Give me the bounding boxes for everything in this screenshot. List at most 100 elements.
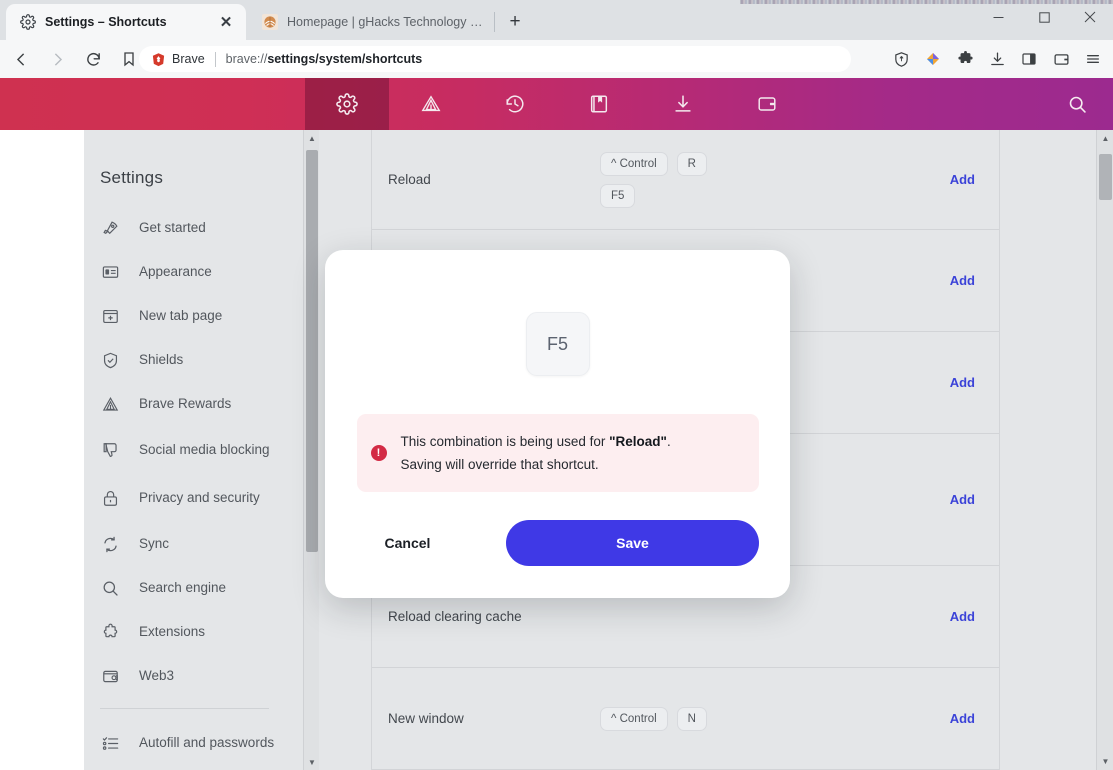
settings-tab[interactable] bbox=[305, 78, 389, 130]
url-path: settings/system/shortcuts bbox=[267, 52, 423, 66]
sidebar-item-privacy-and-security[interactable]: Privacy and security bbox=[84, 474, 287, 522]
sidebar-item-new-tab-page[interactable]: New tab page bbox=[84, 294, 287, 338]
scroll-up-arrow-icon[interactable]: ▲ bbox=[304, 130, 320, 146]
brave-triangle-icon bbox=[100, 394, 121, 415]
sidebar-item-search-engine[interactable]: Search engine bbox=[84, 566, 287, 610]
thumbs-down-icon bbox=[100, 440, 121, 461]
add-shortcut-link[interactable]: Add bbox=[950, 609, 975, 624]
conflict-warning-banner: ! This combination is being used for "Re… bbox=[356, 414, 759, 493]
minimize-button[interactable] bbox=[975, 0, 1021, 34]
extensions-icon[interactable] bbox=[949, 44, 981, 74]
keycap[interactable]: ^ Control bbox=[600, 706, 668, 731]
shield-icon[interactable] bbox=[885, 44, 917, 74]
tab-ghacks-homepage[interactable]: Homepage | gHacks Technology News bbox=[248, 4, 496, 40]
keycap[interactable]: N bbox=[676, 706, 707, 731]
sidebar-item-label: Shields bbox=[139, 352, 184, 368]
reload-icon[interactable] bbox=[78, 44, 108, 74]
scroll-down-arrow-icon[interactable]: ▼ bbox=[304, 754, 320, 770]
sidebar-item-appearance[interactable]: Appearance bbox=[84, 250, 287, 294]
add-shortcut-link[interactable]: Add bbox=[950, 492, 975, 507]
brave-rewards-icon[interactable] bbox=[917, 44, 949, 74]
sidebar-item-extensions[interactable]: Extensions bbox=[84, 610, 287, 654]
search-icon bbox=[100, 578, 121, 599]
add-shortcut-link[interactable]: Add bbox=[950, 711, 975, 726]
add-shortcut-link[interactable]: Add bbox=[950, 375, 975, 390]
add-shortcut-link[interactable]: Add bbox=[950, 273, 975, 288]
error-exclamation-icon: ! bbox=[370, 445, 387, 462]
sidebar-item-social-media-blocking[interactable]: Social media blocking bbox=[84, 426, 287, 474]
omnibox-divider bbox=[214, 51, 216, 67]
close-button[interactable] bbox=[1067, 0, 1113, 34]
sidebar-item-brave-rewards[interactable]: Brave Rewards bbox=[84, 382, 287, 426]
page-scrollbar-thumb[interactable] bbox=[1099, 154, 1112, 200]
shortcut-keys: ^ Control N bbox=[600, 706, 950, 731]
shield-check-icon bbox=[100, 350, 121, 371]
save-button[interactable]: Save bbox=[506, 520, 759, 567]
sidebar-item-label: Extensions bbox=[139, 624, 206, 640]
sidebar-item-label: Web3 bbox=[139, 668, 175, 684]
sidebar-item-label: Search engine bbox=[139, 580, 227, 596]
lock-icon bbox=[100, 488, 121, 509]
sidebar-item-label: Social media blocking bbox=[139, 442, 270, 458]
dialog-actions: Cancel Save bbox=[357, 520, 759, 567]
cancel-button[interactable]: Cancel bbox=[357, 523, 459, 563]
key-combo-line: ^ Control R bbox=[600, 151, 707, 176]
sidebar-scrollbar-thumb[interactable] bbox=[306, 150, 318, 552]
add-shortcut-link[interactable]: Add bbox=[950, 172, 975, 187]
search-icon[interactable] bbox=[1053, 78, 1101, 130]
keycap[interactable]: R bbox=[676, 151, 707, 176]
address-text: brave://settings/system/shortcuts bbox=[226, 52, 423, 66]
brave-gradient-toolbar bbox=[0, 78, 1113, 130]
page-title: Settings bbox=[100, 168, 164, 187]
shortcut-conflict-dialog: F5 ! This combination is being used for … bbox=[325, 250, 790, 598]
sidebar-divider bbox=[100, 708, 269, 709]
brave-triangle-icon bbox=[420, 93, 442, 115]
brave-label: Brave bbox=[172, 52, 205, 66]
ghacks-icon bbox=[262, 14, 278, 30]
keycap[interactable]: F5 bbox=[600, 183, 636, 208]
sidebar-item-web3[interactable]: Web3 bbox=[84, 654, 287, 698]
warning-line1-pre: This combination is being used for bbox=[400, 434, 610, 449]
tab-title: Homepage | gHacks Technology News bbox=[287, 15, 486, 29]
brave-badge: Brave bbox=[151, 52, 205, 67]
wallet-icon[interactable] bbox=[1045, 44, 1077, 74]
scroll-up-arrow-icon[interactable]: ▲ bbox=[1097, 130, 1113, 147]
sidebar-icon[interactable] bbox=[1013, 44, 1045, 74]
puzzle-icon bbox=[100, 622, 121, 643]
wallet-icon bbox=[100, 666, 121, 687]
history-tab[interactable] bbox=[473, 78, 557, 130]
downloads-icon[interactable] bbox=[981, 44, 1013, 74]
sidebar-item-sync[interactable]: Sync bbox=[84, 522, 287, 566]
sidebar-item-label: Privacy and security bbox=[139, 490, 260, 506]
sidebar-scrollbar[interactable]: ▲ ▼ bbox=[303, 130, 319, 770]
close-icon[interactable]: ✕ bbox=[216, 12, 236, 32]
wallet-icon bbox=[756, 93, 778, 115]
downloads-tab[interactable] bbox=[641, 78, 725, 130]
rewards-tab[interactable] bbox=[389, 78, 473, 130]
settings-sidebar: Settings Get started Appearance New tab … bbox=[84, 130, 287, 770]
toolbar-right-buttons bbox=[885, 44, 1109, 74]
download-icon bbox=[672, 93, 694, 115]
sidebar-item-shields[interactable]: Shields bbox=[84, 338, 287, 382]
keycap[interactable]: ^ Control bbox=[600, 151, 668, 176]
sidebar-item-autofill-and-passwords[interactable]: Autofill and passwords bbox=[84, 719, 287, 767]
tab-settings-shortcuts[interactable]: Settings – Shortcuts ✕ bbox=[6, 4, 246, 40]
warning-conflict-target: "Reload" bbox=[609, 434, 667, 449]
sidebar-item-label: New tab page bbox=[139, 308, 223, 324]
gear-icon bbox=[336, 93, 358, 115]
bookmarks-tab[interactable] bbox=[557, 78, 641, 130]
wallet-tab[interactable] bbox=[725, 78, 809, 130]
warning-line2: Saving will override that shortcut. bbox=[400, 457, 599, 473]
sidebar-item-get-started[interactable]: Get started bbox=[84, 206, 287, 250]
scroll-down-arrow-icon[interactable]: ▼ bbox=[1097, 753, 1113, 770]
table-row: New window ^ Control N Add bbox=[372, 668, 999, 770]
back-arrow-icon[interactable] bbox=[6, 44, 36, 74]
maximize-button[interactable] bbox=[1021, 0, 1067, 34]
menu-icon[interactable] bbox=[1077, 44, 1109, 74]
render-artifact-strip bbox=[740, 0, 1113, 4]
address-bar[interactable]: Brave brave://settings/system/shortcuts bbox=[139, 46, 851, 72]
list-check-icon bbox=[100, 733, 121, 754]
new-tab-icon bbox=[100, 306, 121, 327]
new-tab-button[interactable]: + bbox=[502, 10, 528, 34]
page-scrollbar[interactable]: ▲ ▼ bbox=[1096, 130, 1113, 770]
